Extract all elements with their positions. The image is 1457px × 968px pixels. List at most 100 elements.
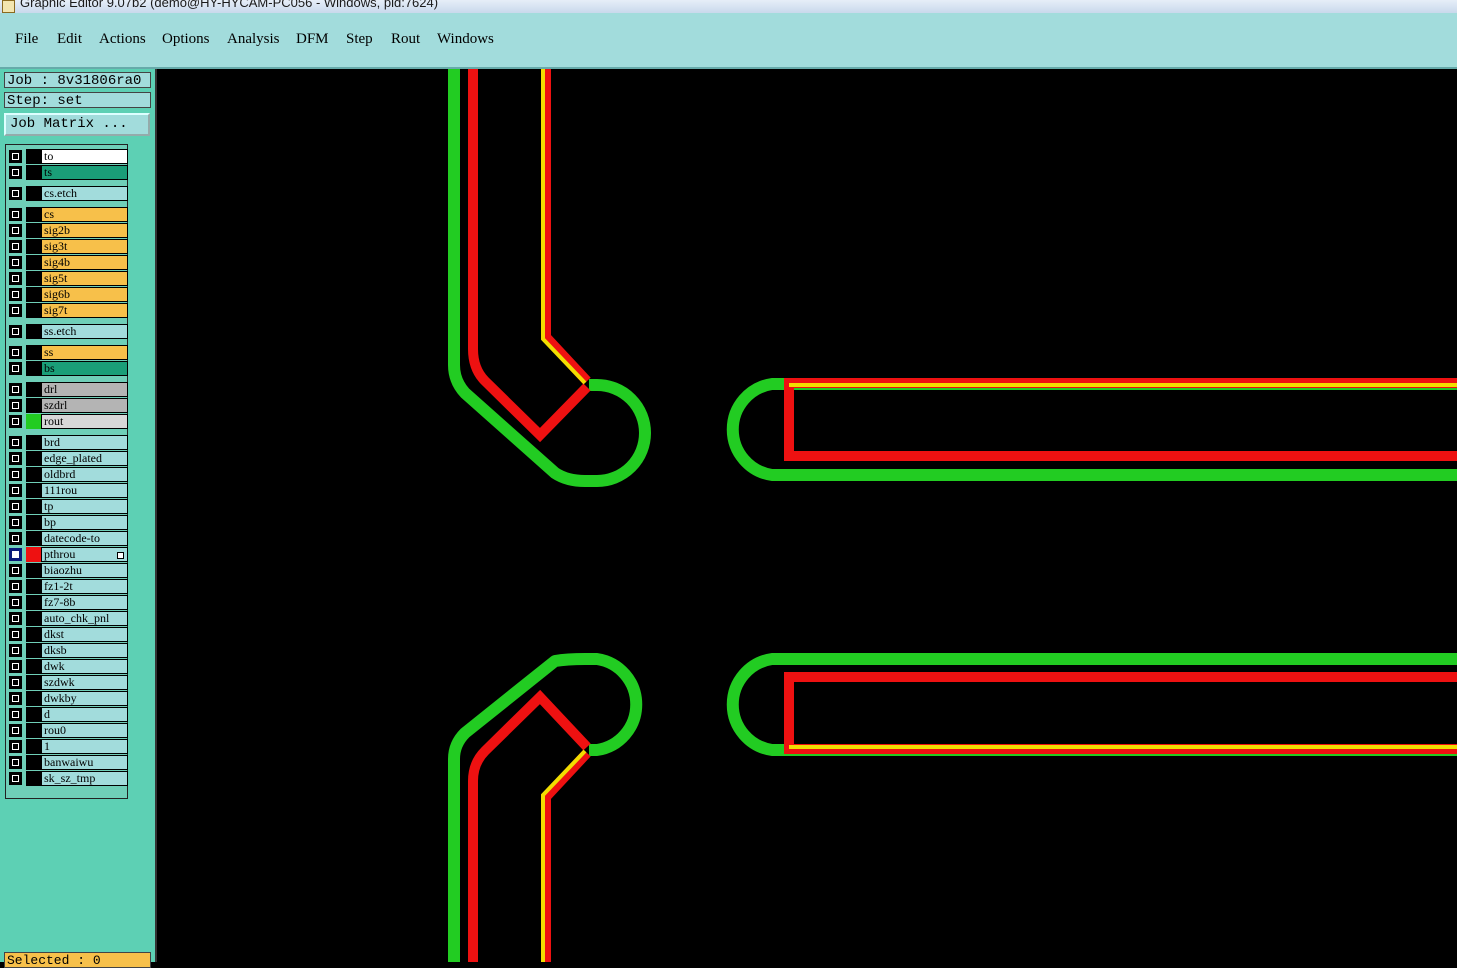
layer-row-fz1-2t[interactable]: fz1-2t [7, 579, 128, 594]
layer-name[interactable]: to [41, 149, 128, 164]
layer-row-fz7-8b[interactable]: fz7-8b [7, 595, 128, 610]
layer-row-111rou[interactable]: 111rou [7, 483, 128, 498]
layer-row-oldbrd[interactable]: oldbrd [7, 467, 128, 482]
layer-color-swatch[interactable] [26, 675, 41, 690]
layer-name[interactable]: sig2b [41, 223, 128, 238]
layer-color-swatch[interactable] [26, 207, 41, 222]
menu-edit[interactable]: Edit [57, 31, 82, 48]
layer-name[interactable]: szdrl [41, 398, 128, 413]
layer-color-swatch[interactable] [26, 771, 41, 786]
layer-checkbox[interactable] [9, 500, 22, 513]
layer-name[interactable]: dkst [41, 627, 128, 642]
layer-color-swatch[interactable] [26, 739, 41, 754]
layer-row-ss[interactable]: ss [7, 345, 128, 360]
layer-row-sig6b[interactable]: sig6b [7, 287, 128, 302]
menu-options[interactable]: Options [162, 31, 210, 48]
layer-name[interactable]: bp [41, 515, 128, 530]
layer-name[interactable]: sig6b [41, 287, 128, 302]
layer-row-dwkby[interactable]: dwkby [7, 691, 128, 706]
menu-file[interactable]: File [15, 31, 38, 48]
layer-color-swatch[interactable] [26, 165, 41, 180]
layer-name[interactable]: oldbrd [41, 467, 128, 482]
layer-name[interactable]: dwkby [41, 691, 128, 706]
layer-color-swatch[interactable] [26, 255, 41, 270]
layer-color-swatch[interactable] [26, 186, 41, 201]
layer-color-swatch[interactable] [26, 345, 41, 360]
layer-row-biaozhu[interactable]: biaozhu [7, 563, 128, 578]
layer-checkbox[interactable] [9, 224, 22, 237]
layer-checkbox[interactable] [9, 256, 22, 269]
layer-color-swatch[interactable] [26, 643, 41, 658]
layer-color-swatch[interactable] [26, 239, 41, 254]
layer-row-ss-etch[interactable]: ss.etch [7, 324, 128, 339]
layer-color-swatch[interactable] [26, 595, 41, 610]
layer-color-swatch[interactable] [26, 223, 41, 238]
layer-row-dksb[interactable]: dksb [7, 643, 128, 658]
layer-color-swatch[interactable] [26, 659, 41, 674]
layer-checkbox[interactable] [9, 452, 22, 465]
layer-color-swatch[interactable] [26, 723, 41, 738]
layer-name[interactable]: 1 [41, 739, 128, 754]
layer-checkbox[interactable] [9, 436, 22, 449]
layer-row-dkst[interactable]: dkst [7, 627, 128, 642]
layer-row-rout[interactable]: rout [7, 414, 128, 429]
layer-checkbox[interactable] [9, 756, 22, 769]
layer-row-sk-sz-tmp[interactable]: sk_sz_tmp [7, 771, 128, 786]
layer-checkbox[interactable] [9, 415, 22, 428]
layer-row-d[interactable]: d [7, 707, 128, 722]
layer-name[interactable]: bs [41, 361, 128, 376]
menu-dfm[interactable]: DFM [296, 31, 329, 48]
layer-checkbox[interactable] [9, 612, 22, 625]
layer-color-swatch[interactable] [26, 547, 41, 562]
menu-windows[interactable]: Windows [437, 31, 494, 48]
layer-name[interactable]: rout [41, 414, 128, 429]
layer-row-szdwk[interactable]: szdwk [7, 675, 128, 690]
graphic-canvas[interactable] [157, 69, 1457, 962]
layer-row-tp[interactable]: tp [7, 499, 128, 514]
layer-row-dwk[interactable]: dwk [7, 659, 128, 674]
layer-color-swatch[interactable] [26, 149, 41, 164]
layer-name[interactable]: sig3t [41, 239, 128, 254]
layer-checkbox[interactable] [9, 724, 22, 737]
layer-checkbox[interactable] [9, 272, 22, 285]
layer-row-edge-plated[interactable]: edge_plated [7, 451, 128, 466]
layer-color-swatch[interactable] [26, 707, 41, 722]
layer-row-ts[interactable]: ts [7, 165, 128, 180]
layer-color-swatch[interactable] [26, 467, 41, 482]
layer-checkbox[interactable] [9, 399, 22, 412]
layer-color-swatch[interactable] [26, 499, 41, 514]
layer-name[interactable]: 111rou [41, 483, 128, 498]
layer-row-bp[interactable]: bp [7, 515, 128, 530]
layer-row-rou0[interactable]: rou0 [7, 723, 128, 738]
layer-row-sig7t[interactable]: sig7t [7, 303, 128, 318]
layer-color-swatch[interactable] [26, 755, 41, 770]
layer-checkbox[interactable] [9, 676, 22, 689]
layer-color-swatch[interactable] [26, 579, 41, 594]
layer-checkbox[interactable] [9, 660, 22, 673]
layer-checkbox[interactable] [9, 740, 22, 753]
layer-checkbox[interactable] [9, 580, 22, 593]
layer-name[interactable]: ss.etch [41, 324, 128, 339]
layer-checkbox[interactable] [9, 288, 22, 301]
layer-checkbox[interactable] [9, 708, 22, 721]
layer-color-swatch[interactable] [26, 515, 41, 530]
layer-name[interactable]: banwaiwu [41, 755, 128, 770]
layer-color-swatch[interactable] [26, 303, 41, 318]
layer-name[interactable]: d [41, 707, 128, 722]
layer-color-swatch[interactable] [26, 361, 41, 376]
layer-checkbox[interactable] [9, 564, 22, 577]
layer-name[interactable]: drl [41, 382, 128, 397]
layer-checkbox[interactable] [9, 692, 22, 705]
layer-checkbox[interactable] [9, 325, 22, 338]
layer-row-banwaiwu[interactable]: banwaiwu [7, 755, 128, 770]
job-matrix-button[interactable]: Job Matrix ... [4, 113, 150, 136]
layer-name[interactable]: ss [41, 345, 128, 360]
menu-actions[interactable]: Actions [99, 31, 146, 48]
menu-analysis[interactable]: Analysis [227, 31, 280, 48]
layer-name[interactable]: sig5t [41, 271, 128, 286]
layer-name[interactable]: sk_sz_tmp [41, 771, 128, 786]
layer-name[interactable]: tp [41, 499, 128, 514]
layer-checkbox[interactable] [9, 532, 22, 545]
layer-color-swatch[interactable] [26, 382, 41, 397]
layer-name[interactable]: biaozhu [41, 563, 128, 578]
